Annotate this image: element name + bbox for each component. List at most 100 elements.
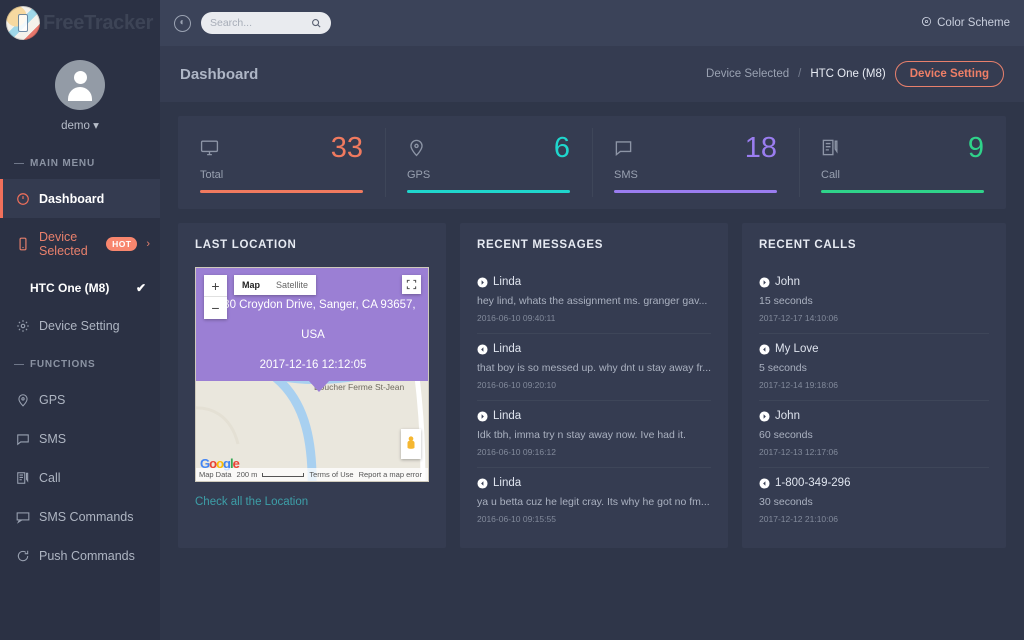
outgoing-arrow-icon [759,411,770,422]
sidebar-item-sms-commands[interactable]: SMS Commands [0,497,160,536]
chevron-right-icon: › [146,238,150,250]
map-zoom-controls[interactable]: + − [204,275,227,319]
stat-value: 18 [745,134,777,163]
brand[interactable]: FreeTracker [0,0,160,46]
contact-name: Linda [493,343,521,355]
profile-name-label: demo [61,120,90,132]
call-item[interactable]: My Love 5 seconds 2017-12-14 19:18:06 [759,334,989,401]
stat-sms: 18 SMS [592,134,799,193]
mobile-icon [15,237,30,252]
sidebar-item-call[interactable]: Call [0,458,160,497]
map-type-switcher[interactable]: Map Satellite [234,275,316,295]
fullscreen-icon[interactable] [402,275,421,294]
stat-bar [614,190,777,193]
brand-name: FreeTracker [43,12,153,35]
recent-calls-panel: RECENT CALLS John 15 seconds 2017-12-17 … [742,223,1006,548]
street-view-pegman-icon[interactable] [401,429,421,459]
map-attribution-bar: Map Data 200 m Terms of Use Report a map… [196,468,428,481]
sidebar-item-label: SMS Commands [39,510,133,524]
incoming-arrow-icon [477,478,488,489]
stat-value: 9 [968,134,984,163]
top-bar: ◐ Color Scheme [160,0,1024,46]
incoming-arrow-icon [477,344,488,355]
user-avatar-icon [55,60,105,110]
sidebar-item-push-commands[interactable]: Push Commands [0,536,160,575]
profile-block: demo ▾ [0,46,160,144]
sidebar-item-gps[interactable]: GPS [0,380,160,419]
check-all-location-link[interactable]: Check all the Location [195,496,429,508]
sidebar-section-functions: FUNCTIONS [0,345,160,380]
sms-commands-icon [15,509,30,524]
call-duration: 60 seconds [759,429,989,441]
call-duration: 5 seconds [759,362,989,374]
map-type-map[interactable]: Map [234,275,268,295]
check-icon: ✔ [136,281,146,295]
message-item[interactable]: Linda Idk tbh, imma try n stay away now.… [477,401,711,468]
sidebar-item-dashboard[interactable]: Dashboard [0,179,160,218]
message-time: 2016-06-10 09:15:55 [477,514,711,524]
chat-bubble-icon [614,138,633,162]
dashboard-icon [15,191,30,206]
sidebar-item-device-selected[interactable]: Device Selected HOT › [0,218,160,270]
map-report-link[interactable]: Report a map error [359,470,422,479]
breadcrumb-current: HTC One (M8) [810,68,885,80]
sidebar-item-label: Device Setting [39,319,120,333]
map-scale-label: 200 m [237,470,258,479]
color-scheme-button[interactable]: Color Scheme [921,16,1010,30]
chevron-down-icon: ▾ [93,120,99,132]
collapse-sidebar-icon[interactable]: ◐ [174,15,191,32]
message-item[interactable]: Linda that boy is so messed up. why dnt … [477,334,711,401]
zoom-in-button[interactable]: + [204,275,227,297]
stat-label: GPS [407,169,570,181]
sidebar-section-main-menu: MAIN MENU [0,144,160,179]
zoom-out-button[interactable]: − [204,297,227,319]
sidebar-item-label: GPS [39,393,65,407]
chat-bubble-icon [15,431,30,446]
main-area: ◐ Color Scheme Dashboard Device Selected… [160,0,1024,640]
call-duration: 15 seconds [759,295,989,307]
color-scheme-label: Color Scheme [937,17,1010,29]
info-timestamp: 2017-12-16 12:12:05 [195,350,429,380]
map-type-satellite[interactable]: Satellite [268,275,316,295]
message-text: hey lind, whats the assignment ms. grang… [477,295,711,307]
stat-value: 33 [331,134,363,163]
map-terms-link[interactable]: Terms of Use [309,470,353,479]
device-setting-button[interactable]: Device Setting [895,61,1004,87]
sidebar-item-label: Call [39,471,61,485]
contact-name: 1-800-349-296 [775,477,850,489]
panel-title: RECENT MESSAGES [477,239,711,251]
map-view[interactable]: Boucher Ferme St-Jean 5630 Croydon Drive… [195,267,429,482]
content-area: 33 Total 6 GPS [160,103,1024,640]
search-box[interactable] [201,12,331,34]
contact-name: John [775,410,800,422]
message-text: ya u betta cuz he legit cray. Its why he… [477,496,711,508]
contact-name: Linda [493,477,521,489]
last-location-panel: LAST LOCATION Boucher Ferme St-Jean 5630… [178,223,446,548]
call-item[interactable]: 1-800-349-296 30 seconds 2017-12-12 21:1… [759,468,989,534]
stats-card: 33 Total 6 GPS [178,116,1006,209]
sidebar-item-sms[interactable]: SMS [0,419,160,458]
sidebar-item-device-setting[interactable]: Device Setting [0,306,160,345]
profile-name[interactable]: demo ▾ [0,118,160,132]
sidebar-item-label: Dashboard [39,192,104,206]
push-commands-icon [15,548,30,563]
message-item[interactable]: Linda hey lind, whats the assignment ms.… [477,267,711,334]
sidebar-subitem-htc-one-m8[interactable]: HTC One (M8) ✔ [0,270,160,306]
call-item[interactable]: John 15 seconds 2017-12-17 14:10:06 [759,267,989,334]
sidebar-item-label: SMS [39,432,66,446]
sidebar: FreeTracker demo ▾ MAIN MENU Dashboard D… [0,0,160,640]
message-item[interactable]: Linda ya u betta cuz he legit cray. Its … [477,468,711,534]
search-icon[interactable] [311,18,322,29]
stat-value: 6 [554,134,570,163]
contact-name: My Love [775,343,818,355]
search-input[interactable] [210,17,307,29]
call-item[interactable]: John 60 seconds 2017-12-13 12:17:06 [759,401,989,468]
breadcrumb-root[interactable]: Device Selected [706,68,789,80]
map-pin-icon [407,138,426,162]
monitor-icon [200,138,219,162]
status-badge-hot: HOT [106,237,137,251]
panels-row: LAST LOCATION Boucher Ferme St-Jean 5630… [178,223,1006,548]
call-time: 2017-12-12 21:10:06 [759,514,989,524]
recent-messages-panel: RECENT MESSAGES Linda hey lind, whats th… [460,223,728,548]
info-address-line2: USA [195,320,429,350]
